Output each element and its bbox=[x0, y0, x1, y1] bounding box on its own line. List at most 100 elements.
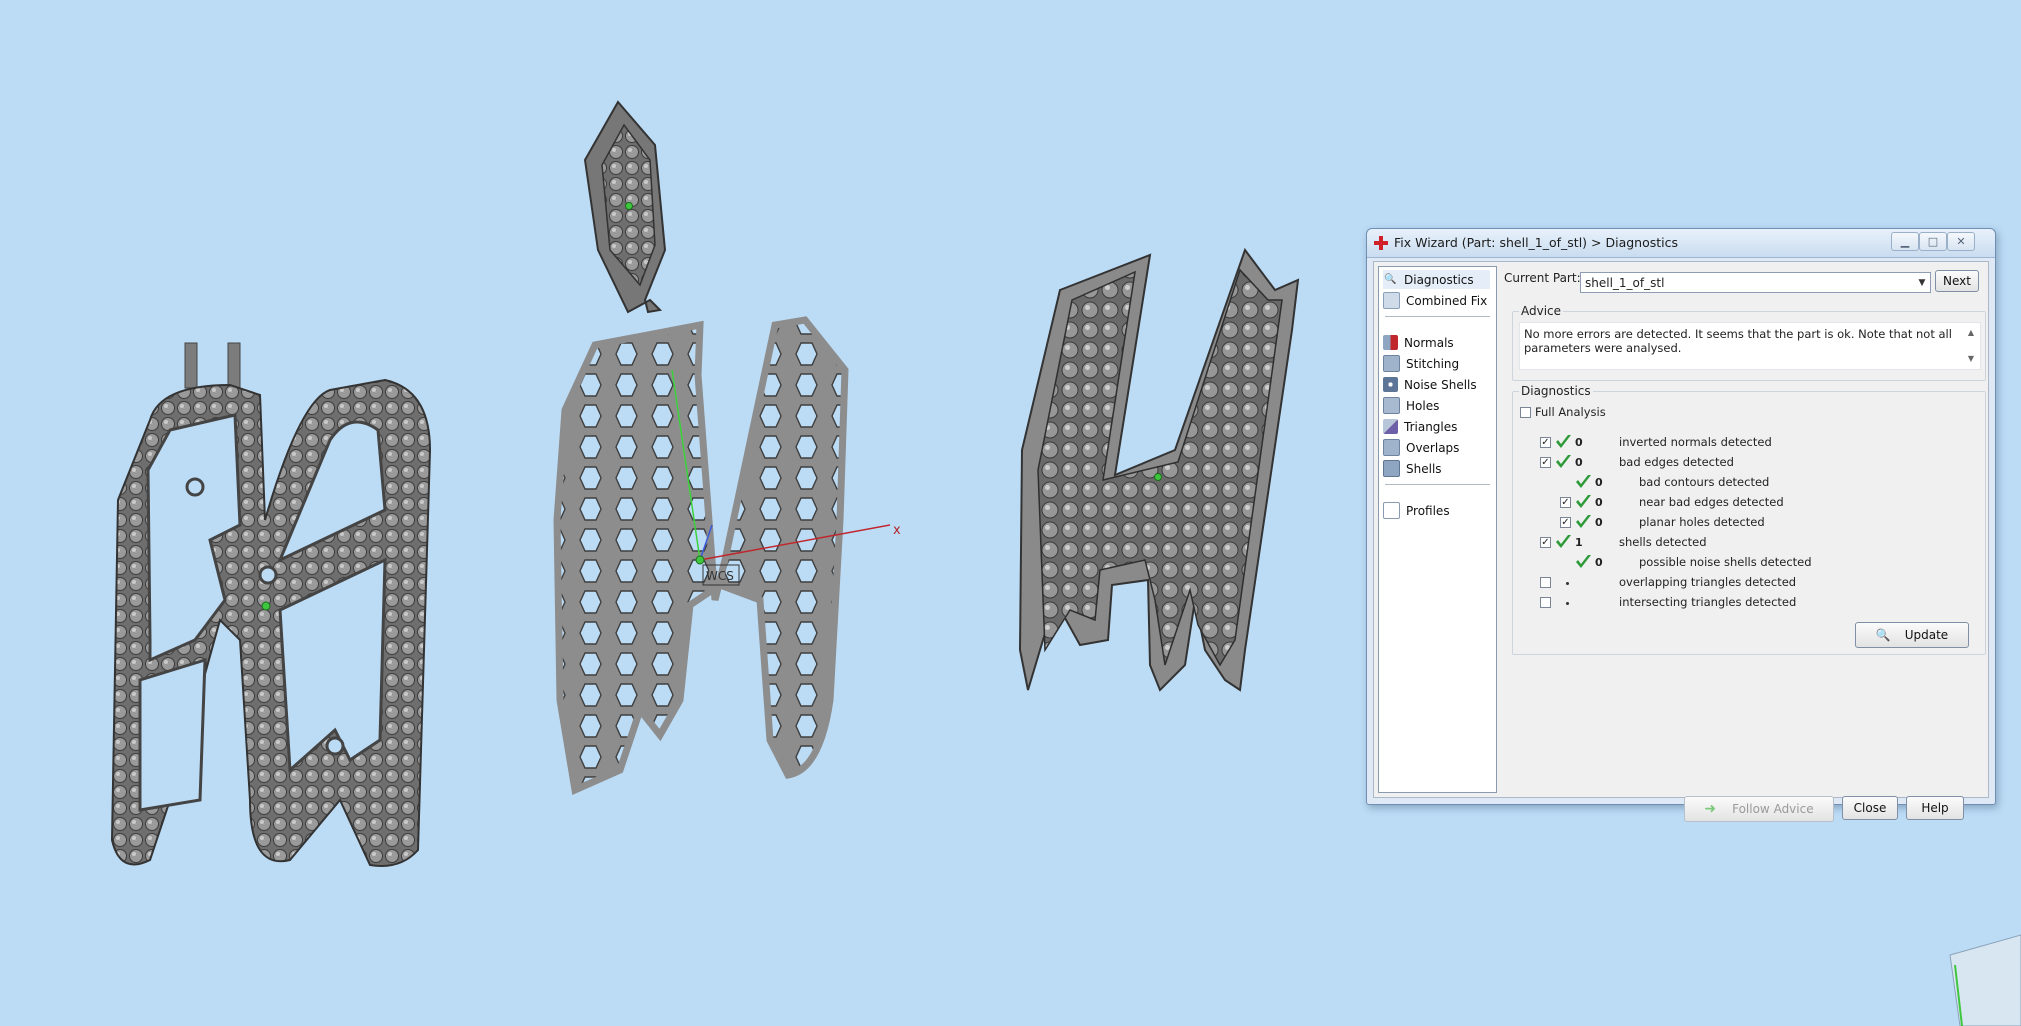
corner-object bbox=[1949, 934, 2021, 1026]
diag-label: planar holes detected bbox=[1639, 515, 1765, 529]
dialog-title: Fix Wizard (Part: shell_1_of_stl) > Diag… bbox=[1394, 235, 1679, 250]
nav-label: Noise Shells bbox=[1404, 377, 1477, 392]
check-ok-icon bbox=[1556, 435, 1571, 448]
check-ok-icon bbox=[1556, 455, 1571, 468]
bad-edges-checkbox[interactable]: ✓ bbox=[1540, 457, 1551, 468]
profiles-icon bbox=[1383, 502, 1400, 519]
wizard-content: Current Part: shell_1_of_stl ▼ Next Advi… bbox=[1504, 262, 1988, 822]
diag-label: possible noise shells detected bbox=[1639, 555, 1812, 569]
nav-item-normals[interactable]: Normals bbox=[1383, 333, 1490, 352]
nav-item-noise-shells[interactable]: Noise Shells bbox=[1383, 375, 1490, 394]
follow-advice-label: Follow Advice bbox=[1732, 802, 1814, 816]
nav-item-shells[interactable]: Shells bbox=[1383, 459, 1490, 478]
intersecting-triangles-checkbox[interactable] bbox=[1540, 597, 1551, 608]
diag-label: inverted normals detected bbox=[1619, 435, 1772, 449]
diagnostics-title: Diagnostics bbox=[1519, 384, 1593, 398]
nav-item-stitching[interactable]: Stitching bbox=[1383, 354, 1490, 373]
check-ok-icon bbox=[1576, 515, 1591, 528]
minimize-button[interactable]: ▁ bbox=[1891, 232, 1919, 251]
update-button[interactable]: 🔍 Update bbox=[1855, 622, 1969, 648]
pendant-right bbox=[1018, 247, 1300, 692]
holes-icon bbox=[1383, 397, 1400, 414]
wcs-label: WCS bbox=[706, 569, 734, 583]
stitching-icon bbox=[1383, 355, 1400, 372]
minimize-icon: ▁ bbox=[1900, 235, 1910, 248]
nav-item-combined-fix[interactable]: Combined Fix bbox=[1383, 291, 1490, 310]
diag-label: intersecting triangles detected bbox=[1619, 595, 1797, 609]
dialog-body: 🔍 Diagnostics Combined Fix Normals Stitc… bbox=[1373, 261, 1989, 822]
current-part-label: Current Part: bbox=[1504, 271, 1581, 285]
current-part-value: shell_1_of_stl bbox=[1585, 275, 1665, 290]
diag-count: 0 bbox=[1595, 496, 1603, 509]
check-ok-icon bbox=[1576, 475, 1591, 488]
wizard-nav: 🔍 Diagnostics Combined Fix Normals Stitc… bbox=[1378, 266, 1497, 793]
combined-fix-icon bbox=[1383, 292, 1400, 309]
not-analysed-dot bbox=[1566, 602, 1569, 605]
nav-item-profiles[interactable]: Profiles bbox=[1383, 501, 1490, 520]
next-button[interactable]: Next bbox=[1935, 270, 1979, 292]
close-window-button[interactable]: ✕ bbox=[1947, 232, 1975, 251]
full-analysis-label: Full Analysis bbox=[1535, 405, 1606, 419]
scroll-down-icon[interactable]: ▼ bbox=[1968, 352, 1974, 366]
nav-label: Triangles bbox=[1404, 419, 1458, 434]
overlapping-triangles-checkbox[interactable] bbox=[1540, 577, 1551, 588]
inverted-normals-checkbox[interactable]: ✓ bbox=[1540, 437, 1551, 448]
diag-count: 0 bbox=[1595, 556, 1603, 569]
nav-divider bbox=[1385, 316, 1490, 317]
pendant-left bbox=[110, 342, 432, 867]
overlaps-icon bbox=[1383, 439, 1400, 456]
nav-label: Diagnostics bbox=[1404, 272, 1474, 287]
nav-item-overlaps[interactable]: Overlaps bbox=[1383, 438, 1490, 457]
diag-count: 0 bbox=[1595, 476, 1603, 489]
dialog-titlebar[interactable]: Fix Wizard (Part: shell_1_of_stl) > Diag… bbox=[1367, 229, 1995, 258]
check-ok-icon bbox=[1556, 535, 1571, 548]
help-button[interactable]: Help bbox=[1906, 796, 1964, 820]
advice-text: No more errors are detected. It seems th… bbox=[1524, 327, 1952, 355]
magnifier-icon: 🔍 bbox=[1384, 274, 1397, 285]
nav-label: Holes bbox=[1406, 398, 1440, 413]
not-analysed-dot bbox=[1566, 582, 1569, 585]
diag-label: near bad edges detected bbox=[1639, 495, 1784, 509]
red-cross-icon bbox=[1374, 236, 1388, 250]
follow-advice-button[interactable]: ➜ Follow Advice bbox=[1684, 796, 1834, 822]
shells-icon bbox=[1383, 460, 1400, 477]
scroll-up-icon[interactable]: ▲ bbox=[1968, 326, 1974, 340]
nav-divider bbox=[1385, 484, 1490, 485]
diag-label: overlapping triangles detected bbox=[1619, 575, 1797, 589]
chevron-down-icon: ▼ bbox=[1918, 277, 1926, 288]
near-bad-edges-checkbox[interactable]: ✓ bbox=[1560, 497, 1571, 508]
nav-label: Overlaps bbox=[1406, 440, 1460, 455]
close-button[interactable]: Close bbox=[1842, 796, 1898, 820]
advice-group: Advice No more errors are detected. It s… bbox=[1512, 304, 1986, 381]
nav-label: Combined Fix bbox=[1406, 293, 1488, 308]
nav-item-diagnostics[interactable]: 🔍 Diagnostics bbox=[1383, 270, 1490, 289]
diag-count: 0 bbox=[1595, 516, 1603, 529]
nav-label: Normals bbox=[1404, 335, 1454, 350]
nav-item-triangles[interactable]: Triangles bbox=[1383, 417, 1490, 436]
diag-label: bad edges detected bbox=[1619, 455, 1734, 469]
check-ok-icon bbox=[1576, 555, 1591, 568]
diagnostics-group: Diagnostics Full Analysis ✓ 0 inverted n… bbox=[1512, 384, 1986, 655]
update-label: Update bbox=[1904, 628, 1949, 642]
full-analysis-checkbox[interactable] bbox=[1520, 407, 1531, 418]
pendant-middle bbox=[553, 100, 849, 796]
noise-shells-icon bbox=[1383, 377, 1398, 392]
advice-title: Advice bbox=[1519, 304, 1564, 318]
arrow-right-icon: ➜ bbox=[1704, 801, 1717, 817]
maximize-button[interactable]: □ bbox=[1919, 232, 1947, 251]
nav-label: Profiles bbox=[1406, 503, 1450, 518]
check-ok-icon bbox=[1576, 495, 1591, 508]
nav-label: Shells bbox=[1406, 461, 1442, 476]
close-icon: ✕ bbox=[1956, 235, 1966, 248]
diag-label: shells detected bbox=[1619, 535, 1707, 549]
advice-text-area: No more errors are detected. It seems th… bbox=[1519, 322, 1981, 370]
normals-icon bbox=[1383, 335, 1398, 350]
nav-label: Stitching bbox=[1406, 356, 1460, 371]
nav-item-holes[interactable]: Holes bbox=[1383, 396, 1490, 415]
fix-wizard-dialog: Fix Wizard (Part: shell_1_of_stl) > Diag… bbox=[1366, 228, 1996, 822]
magnifier-icon: 🔍 bbox=[1875, 628, 1891, 642]
shells-checkbox[interactable]: ✓ bbox=[1540, 537, 1551, 548]
planar-holes-checkbox[interactable]: ✓ bbox=[1560, 517, 1571, 528]
diag-label: bad contours detected bbox=[1639, 475, 1770, 489]
current-part-select[interactable]: shell_1_of_stl ▼ bbox=[1580, 272, 1931, 293]
